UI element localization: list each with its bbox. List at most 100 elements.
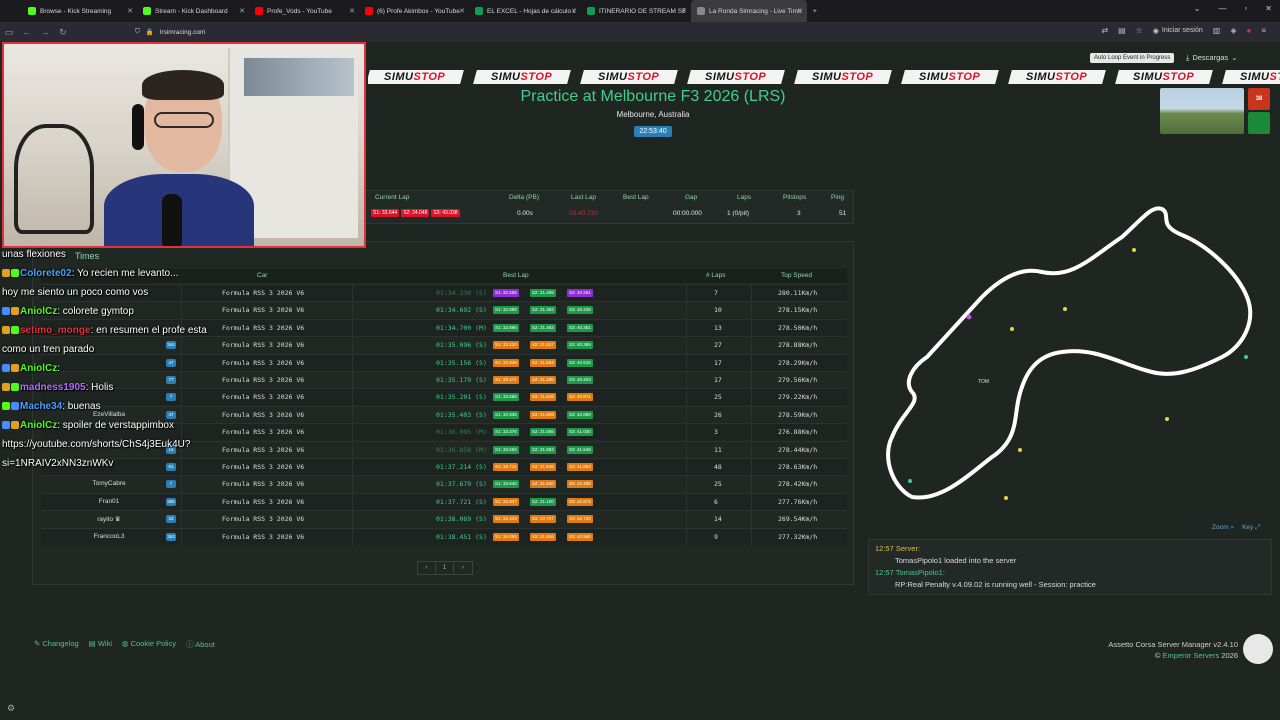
tab-list-icon[interactable]: ⌄: [1194, 4, 1201, 13]
company-link[interactable]: Emperor Servers: [1163, 651, 1220, 660]
sponsor-logo[interactable]: SIMUSTOP: [1115, 70, 1213, 84]
tab-close-icon[interactable]: ✕: [459, 7, 465, 15]
sector-2-chip: S2: 24.048: [401, 209, 430, 217]
sponsor-text-a: SIMU: [1026, 71, 1056, 83]
chat-message: 12:57 TomasPipolo1:: [875, 567, 1265, 579]
browser-tab[interactable]: Profe_Vods - YouTube ✕: [249, 0, 359, 22]
column-divider: [352, 354, 353, 372]
reader-icon[interactable]: ▤: [1118, 26, 1126, 35]
chat-username[interactable]: madness1905: [20, 382, 86, 393]
car-column-header: Car: [257, 272, 268, 279]
chat-author: Server:: [895, 544, 921, 553]
sponsor-logo[interactable]: SIMUSTOP: [687, 70, 785, 84]
sector-3-chip: S3: 43.038: [431, 209, 460, 217]
forward-icon[interactable]: →: [36, 27, 54, 37]
menu-icon[interactable]: ≡: [1261, 26, 1266, 35]
webcam-glasses: [154, 112, 214, 128]
changelog-link[interactable]: ✎ Changelog: [34, 639, 79, 650]
tab-close-icon[interactable]: ✕: [797, 7, 803, 15]
page-title: Practice at Melbourne F3 2026 (LRS): [520, 88, 786, 105]
sponsor-logo[interactable]: SIMUSTOP: [901, 70, 999, 84]
car-number-badge: 306: [166, 497, 176, 506]
sector-1-chip: S1: 32.948: [493, 358, 519, 367]
car-marker: [908, 479, 912, 483]
sponsor-logo[interactable]: SIMUSTOP: [1222, 70, 1280, 84]
chat-username[interactable]: AniolCz: [20, 363, 57, 374]
prev-page-button[interactable]: ‹: [418, 562, 436, 574]
extension-icon[interactable]: ◈: [1230, 26, 1236, 35]
sector-1-chip: S1: 33.220: [493, 341, 519, 350]
zoom-button[interactable]: Zoom ⌕: [1212, 524, 1234, 532]
sponsor-logo[interactable]: SIMUSTOP: [1008, 70, 1106, 84]
sponsor-text-a: SIMU: [598, 71, 628, 83]
column-divider: [751, 372, 752, 389]
column-divider: [686, 493, 687, 511]
close-window-icon[interactable]: ✕: [1265, 4, 1272, 13]
lap-count: 27: [714, 341, 722, 350]
lap-count: 25: [714, 393, 722, 402]
tab-close-icon[interactable]: ✕: [681, 7, 687, 15]
webcam-exercise-bike: [14, 124, 94, 234]
chat-message-text: : Holis: [85, 382, 114, 393]
tab-close-icon[interactable]: ✕: [571, 7, 577, 15]
server-manager-version: Assetto Corsa Server Manager v2.4.10: [1108, 640, 1238, 649]
tab-close-icon[interactable]: ✕: [239, 7, 245, 15]
record-icon[interactable]: ●: [1246, 26, 1251, 35]
browser-tab[interactable]: Browse - Kick Streaming ✕: [22, 0, 137, 22]
table-row[interactable]: TomyCabre 7 Formula RSS 3 2026 V6 01:37.679…: [41, 475, 847, 494]
browser-tab[interactable]: (6) Profe Akimbox - YouTube ✕: [359, 0, 469, 22]
sponsor-logo[interactable]: SIMUSTOP: [794, 70, 892, 84]
tab-close-icon[interactable]: ✕: [349, 7, 355, 15]
sponsor-wordmark: SIMUSTOP: [491, 71, 552, 83]
browser-tab[interactable]: Stream - Kick Dashboard ✕: [137, 0, 249, 22]
sponsor-logo[interactable]: SIMUSTOP: [580, 70, 678, 84]
lap-count: 13: [714, 323, 722, 332]
sponsor-text-a: SIMU: [491, 71, 521, 83]
chat-username[interactable]: Mache34: [20, 401, 62, 412]
chat-username[interactable]: Colorete02: [20, 268, 72, 279]
chat-username[interactable]: AniolCz: [20, 306, 57, 317]
track-map[interactable]: TOM: [872, 197, 1272, 527]
address-bar[interactable]: ⛉ 🔒 lrsimracing.com: [135, 25, 1065, 39]
chat-username[interactable]: AniolCz: [20, 420, 57, 431]
browser-tab[interactable]: EL EXCEL - Hojas de cálculo de ✕: [469, 0, 581, 22]
top-speed: 277.76Km/h: [778, 497, 818, 506]
current-lap-sectors: S1: 33.644 S2: 24.048 S3: 43.038: [371, 209, 462, 217]
new-tab-button[interactable]: +: [807, 0, 823, 22]
maximize-icon[interactable]: ▫: [1244, 4, 1247, 13]
back-icon[interactable]: ←: [18, 27, 36, 37]
cookie-policy-link[interactable]: ◍ Cookie Policy: [122, 639, 176, 650]
reload-icon[interactable]: ↻: [54, 27, 72, 38]
table-row[interactable]: FrancooL3 363 Formula RSS 3 2026 V6 01:38.4…: [41, 527, 847, 546]
tab-close-icon[interactable]: ✕: [127, 7, 133, 15]
minimize-icon[interactable]: —: [1218, 4, 1226, 13]
sidebar-icon[interactable]: ▭: [0, 27, 18, 38]
bookmark-star-icon[interactable]: ☆: [1136, 26, 1143, 35]
sponsor-text-a: SIMU: [705, 71, 735, 83]
gear-icon[interactable]: ⚙: [7, 703, 15, 714]
downloads-button[interactable]: ⤓ Descargas ⌄: [1186, 53, 1237, 63]
sponsor-text-b: STOP: [627, 71, 660, 83]
sponsor-logo[interactable]: SIMUSTOP: [368, 70, 464, 84]
key-button[interactable]: Key ⤢: [1242, 524, 1260, 532]
stream-chat-message: unas flexiones: [2, 245, 242, 264]
lock-icon: 🔒: [145, 29, 154, 36]
browser-tab[interactable]: ITINERARIO DE STREAM SEMA✕: [581, 0, 691, 22]
tab-favicon-icon: [143, 7, 151, 15]
extension-icon[interactable]: ▥: [1213, 26, 1221, 35]
translate-icon[interactable]: ⇄: [1101, 26, 1108, 35]
signin-button[interactable]: ◉ Iniciar sesión: [1153, 27, 1203, 35]
page-number-button[interactable]: 1: [436, 562, 454, 574]
table-row[interactable]: rayito ♛ 33 Formula RSS 3 2026 V6 01:38.069…: [41, 510, 847, 529]
table-row[interactable]: Fran01 306 Formula RSS 3 2026 V6 01:37.721 …: [41, 492, 847, 511]
wiki-link[interactable]: ▤ Wiki: [89, 639, 112, 650]
sponsor-logo[interactable]: SIMUSTOP: [473, 70, 571, 84]
browser-tab[interactable]: La Ronda Simracing - Live Timing ✕: [691, 0, 807, 22]
chat-username[interactable]: setimo_monge: [20, 325, 91, 336]
sector-2-chip: S2: 21.693: [530, 445, 556, 454]
session-clock: 22:53:40: [634, 126, 672, 137]
next-page-button[interactable]: ›: [454, 562, 472, 574]
ping-header: Ping: [831, 194, 845, 201]
about-link[interactable]: ⓘ About: [186, 639, 215, 650]
best-lap-time: 01:37.679 (S): [436, 480, 487, 489]
